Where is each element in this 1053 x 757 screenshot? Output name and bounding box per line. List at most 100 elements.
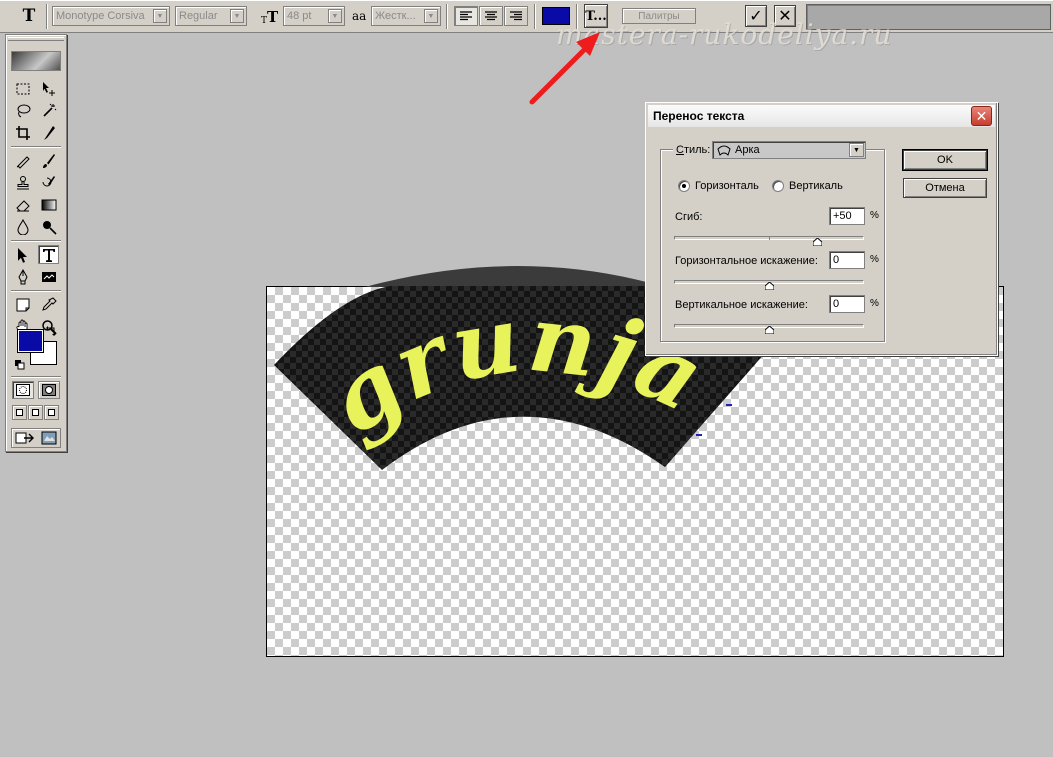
toolbox-separator [11,146,61,148]
bend-slider-thumb[interactable] [813,238,822,246]
chevron-down-icon: ▼ [424,9,438,23]
dodge-tool[interactable] [38,217,59,236]
full-screen-menu-mode-button[interactable] [28,405,43,420]
chevron-down-icon: ▼ [230,9,244,23]
blur-tool[interactable] [12,217,33,236]
move-tool[interactable] [38,79,59,98]
separator [446,4,448,29]
style-label-mnemonic: С [676,144,684,156]
toolbox [5,34,67,452]
style-label: Стиль: [673,144,714,156]
ok-button[interactable]: OK [902,149,988,171]
text-tool-icon: T [22,6,36,26]
bend-input[interactable] [829,207,865,225]
screen-mode-icon [32,409,39,416]
vertical-distortion-input[interactable] [829,295,865,313]
path-selection-tool[interactable] [12,245,33,264]
horizontal-radio[interactable] [678,180,690,192]
tool-preset-picker[interactable]: T [16,5,42,27]
vertical-radio[interactable] [772,180,784,192]
align-center-icon [485,11,497,21]
swap-colors-icon[interactable] [46,325,58,337]
font-style-select[interactable]: Regular ▼ [175,6,247,26]
font-size-large-glyph: T [267,8,279,26]
water-drop-icon [16,218,29,235]
healing-brush-tool[interactable] [12,151,33,170]
horizontal-distortion-label: Горизонтальное искажение: [675,255,818,267]
toolbox-separator [11,376,61,378]
cancel-button[interactable]: Отмена [903,178,987,198]
type-tool[interactable] [38,245,59,264]
brush-icon [42,153,55,168]
slider-center-mark [769,236,770,240]
arrow-pointer-icon [17,247,27,263]
imageready-icon [41,431,57,445]
warp-settings-group [660,149,885,342]
standard-mode-icon [16,384,30,396]
full-screen-mode-button[interactable] [44,405,59,420]
annotation-arrow [529,32,600,105]
app-logo[interactable] [11,51,61,71]
pen-tool[interactable] [12,267,33,286]
font-style-value: Regular [179,10,218,22]
bend-unit: % [870,210,879,221]
standard-mode-button[interactable] [12,381,34,399]
font-size-select[interactable]: 48 pt ▼ [283,6,345,26]
chevron-down-icon: ▼ [153,9,167,23]
toolbox-grip[interactable] [8,37,64,41]
align-left-button[interactable] [454,6,478,26]
align-center-button[interactable] [479,6,503,26]
arc-style-icon [717,145,731,156]
dodge-icon [42,220,57,235]
style-label-text: тиль: [683,144,711,156]
jump-to-imageready-button[interactable] [11,428,61,448]
notes-tool[interactable] [12,295,33,314]
vertical-radio-label: Вертикаль [789,180,843,192]
style-select-value: Арка [735,144,760,156]
screen-mode-icon [48,409,55,416]
brush-tool[interactable] [38,151,59,170]
lasso-tool[interactable] [12,101,33,120]
text-tool-icon [42,248,55,262]
separator [46,4,48,29]
horizontal-radio-option[interactable]: Горизонталь [678,180,759,192]
vertical-distortion-unit: % [870,298,879,309]
magic-wand-tool[interactable] [38,101,59,120]
style-select[interactable]: Арка ▼ [712,141,866,159]
history-brush-icon [42,175,55,186]
vertical-radio-option[interactable]: Вертикаль [772,180,843,192]
shape-tool[interactable] [38,267,59,286]
history-brush-tool[interactable] [38,173,59,192]
default-colors-icon[interactable] [15,360,25,370]
eraser-icon [15,199,30,211]
slice-icon [43,125,55,140]
close-icon: ✕ [975,107,988,124]
horizontal-distortion-input[interactable] [829,251,865,269]
foreground-color-swatch[interactable] [17,329,44,353]
crop-tool[interactable] [12,123,33,142]
eyedropper-icon [41,296,57,311]
bend-label: Сгиб: [675,211,703,223]
gradient-tool[interactable] [38,195,59,214]
bend-slider[interactable] [674,236,864,240]
horizontal-distortion-slider-thumb[interactable] [765,282,774,290]
slice-tool[interactable] [38,123,59,142]
eraser-tool[interactable] [12,195,33,214]
toolbox-separator [11,290,61,292]
arch-top-band [365,266,665,287]
font-family-value: Monotype Corsiva [56,10,145,22]
notes-icon [16,298,29,311]
anti-alias-value: Жестк... [375,10,416,22]
anti-alias-select[interactable]: Жестк... ▼ [371,6,441,26]
lasso-icon [17,104,30,117]
marquee-tool[interactable] [12,79,33,98]
dialog-title: Перенос текста [653,109,745,123]
vertical-distortion-slider-thumb[interactable] [765,326,774,334]
quick-mask-button[interactable] [38,381,60,399]
clone-stamp-tool[interactable] [12,173,33,192]
standard-screen-mode-button[interactable] [12,405,27,420]
dialog-titlebar[interactable]: Перенос текста ✕ [648,105,995,127]
dialog-close-button[interactable]: ✕ [971,106,992,126]
eyedropper-tool[interactable] [38,295,59,314]
font-family-select[interactable]: Monotype Corsiva ▼ [52,6,170,26]
